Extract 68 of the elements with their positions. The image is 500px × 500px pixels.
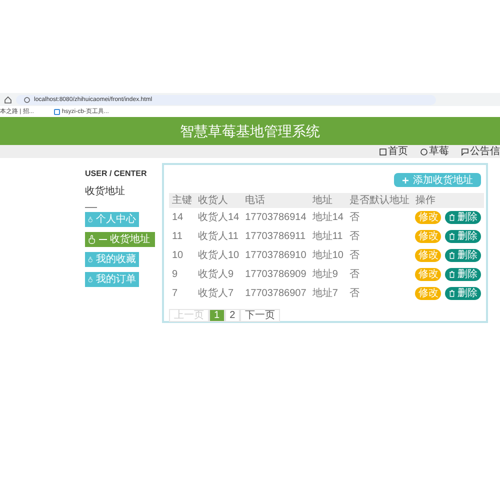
table-cell-text: 地址9	[311, 268, 339, 282]
hand-icon	[88, 255, 93, 264]
column-header: 收货人	[195, 193, 242, 208]
trash-icon	[449, 233, 456, 240]
table-cell-text: 否	[348, 268, 360, 282]
trash-icon	[449, 290, 456, 297]
sidebar-item[interactable]: 个人中心	[85, 212, 139, 227]
nav-link[interactable]: 公告信	[461, 145, 500, 158]
divider-line	[85, 207, 97, 208]
delete-button[interactable]: 删除	[445, 230, 482, 243]
table-cell-text: 10	[171, 249, 184, 263]
hand-icon	[88, 235, 96, 244]
add-address-button[interactable]: 添加收货地址	[394, 173, 481, 187]
trash-icon	[449, 252, 456, 259]
table-cell-text: 收货人9	[197, 268, 235, 282]
column-header: 主键	[169, 193, 195, 208]
delete-button[interactable]: 删除	[445, 268, 482, 281]
table-cell-text: 收货人11	[197, 230, 240, 244]
column-header: 操作	[412, 193, 484, 208]
table-cell: 否	[346, 208, 412, 227]
sidebar-heading: USER / CENTER	[85, 168, 148, 180]
nav-icon	[379, 148, 387, 156]
table-cell-text: 9	[171, 268, 179, 282]
delete-button[interactable]: 删除	[445, 287, 482, 300]
sidebar-item[interactable]: 我的收藏	[85, 252, 139, 267]
info-icon	[24, 96, 30, 102]
table-cell-text: 收货人10	[197, 249, 240, 263]
column-header: 地址	[309, 193, 346, 208]
site-title: 智慧草莓基地管理系统	[180, 122, 320, 140]
table-cell-text: 否	[348, 230, 360, 244]
nav-link[interactable]: 草莓	[420, 145, 449, 158]
table-cell: 17703786914	[242, 208, 310, 227]
trash-icon	[449, 271, 456, 278]
table-cell: 14	[169, 208, 195, 227]
nav-link[interactable]: 首页	[379, 145, 408, 158]
table-cell-text: 否	[348, 249, 360, 263]
table-cell-text: 否	[348, 287, 360, 301]
table-cell-text: 地址10	[311, 248, 344, 263]
home-icon[interactable]	[4, 96, 12, 104]
pagination-button[interactable]: 1	[209, 309, 225, 322]
hand-icon	[88, 275, 93, 284]
table-cell-text: 收货人7	[197, 287, 235, 301]
pagination-button[interactable]: 下一页	[240, 309, 280, 322]
table-cell-text: 17703786907	[244, 287, 308, 301]
table-cell: 收货人14	[195, 208, 242, 227]
sidebar-item[interactable]: 收货地址	[85, 232, 155, 247]
sidebar-item[interactable]: 我的订单	[85, 272, 139, 287]
sidebar-subtitle: 收货地址	[85, 184, 126, 199]
delete-button[interactable]: 删除	[445, 211, 482, 224]
dash-line	[99, 239, 107, 240]
table-cell-text: 地址11	[311, 230, 344, 244]
column-header: 是否默认地址	[346, 193, 412, 208]
table-cell-text: 17703786911	[244, 230, 307, 244]
page-icon	[54, 108, 60, 114]
hand-icon	[88, 215, 93, 224]
pagination-button[interactable]: 2	[224, 309, 240, 322]
table-cell-text: 17703786909	[244, 268, 308, 282]
nav-icon	[420, 148, 428, 156]
table-cell-text: 11	[171, 230, 184, 244]
table-cell-text: 地址7	[311, 286, 339, 301]
table-cell-text: 7	[171, 287, 179, 301]
column-header: 电话	[242, 193, 310, 208]
plus-icon	[402, 176, 409, 184]
trash-icon	[449, 214, 456, 221]
table-cell-text: 17703786910	[244, 249, 308, 263]
delete-button[interactable]: 删除	[445, 249, 482, 262]
table-cell: 地址14	[309, 208, 346, 227]
nav-icon	[461, 148, 469, 156]
